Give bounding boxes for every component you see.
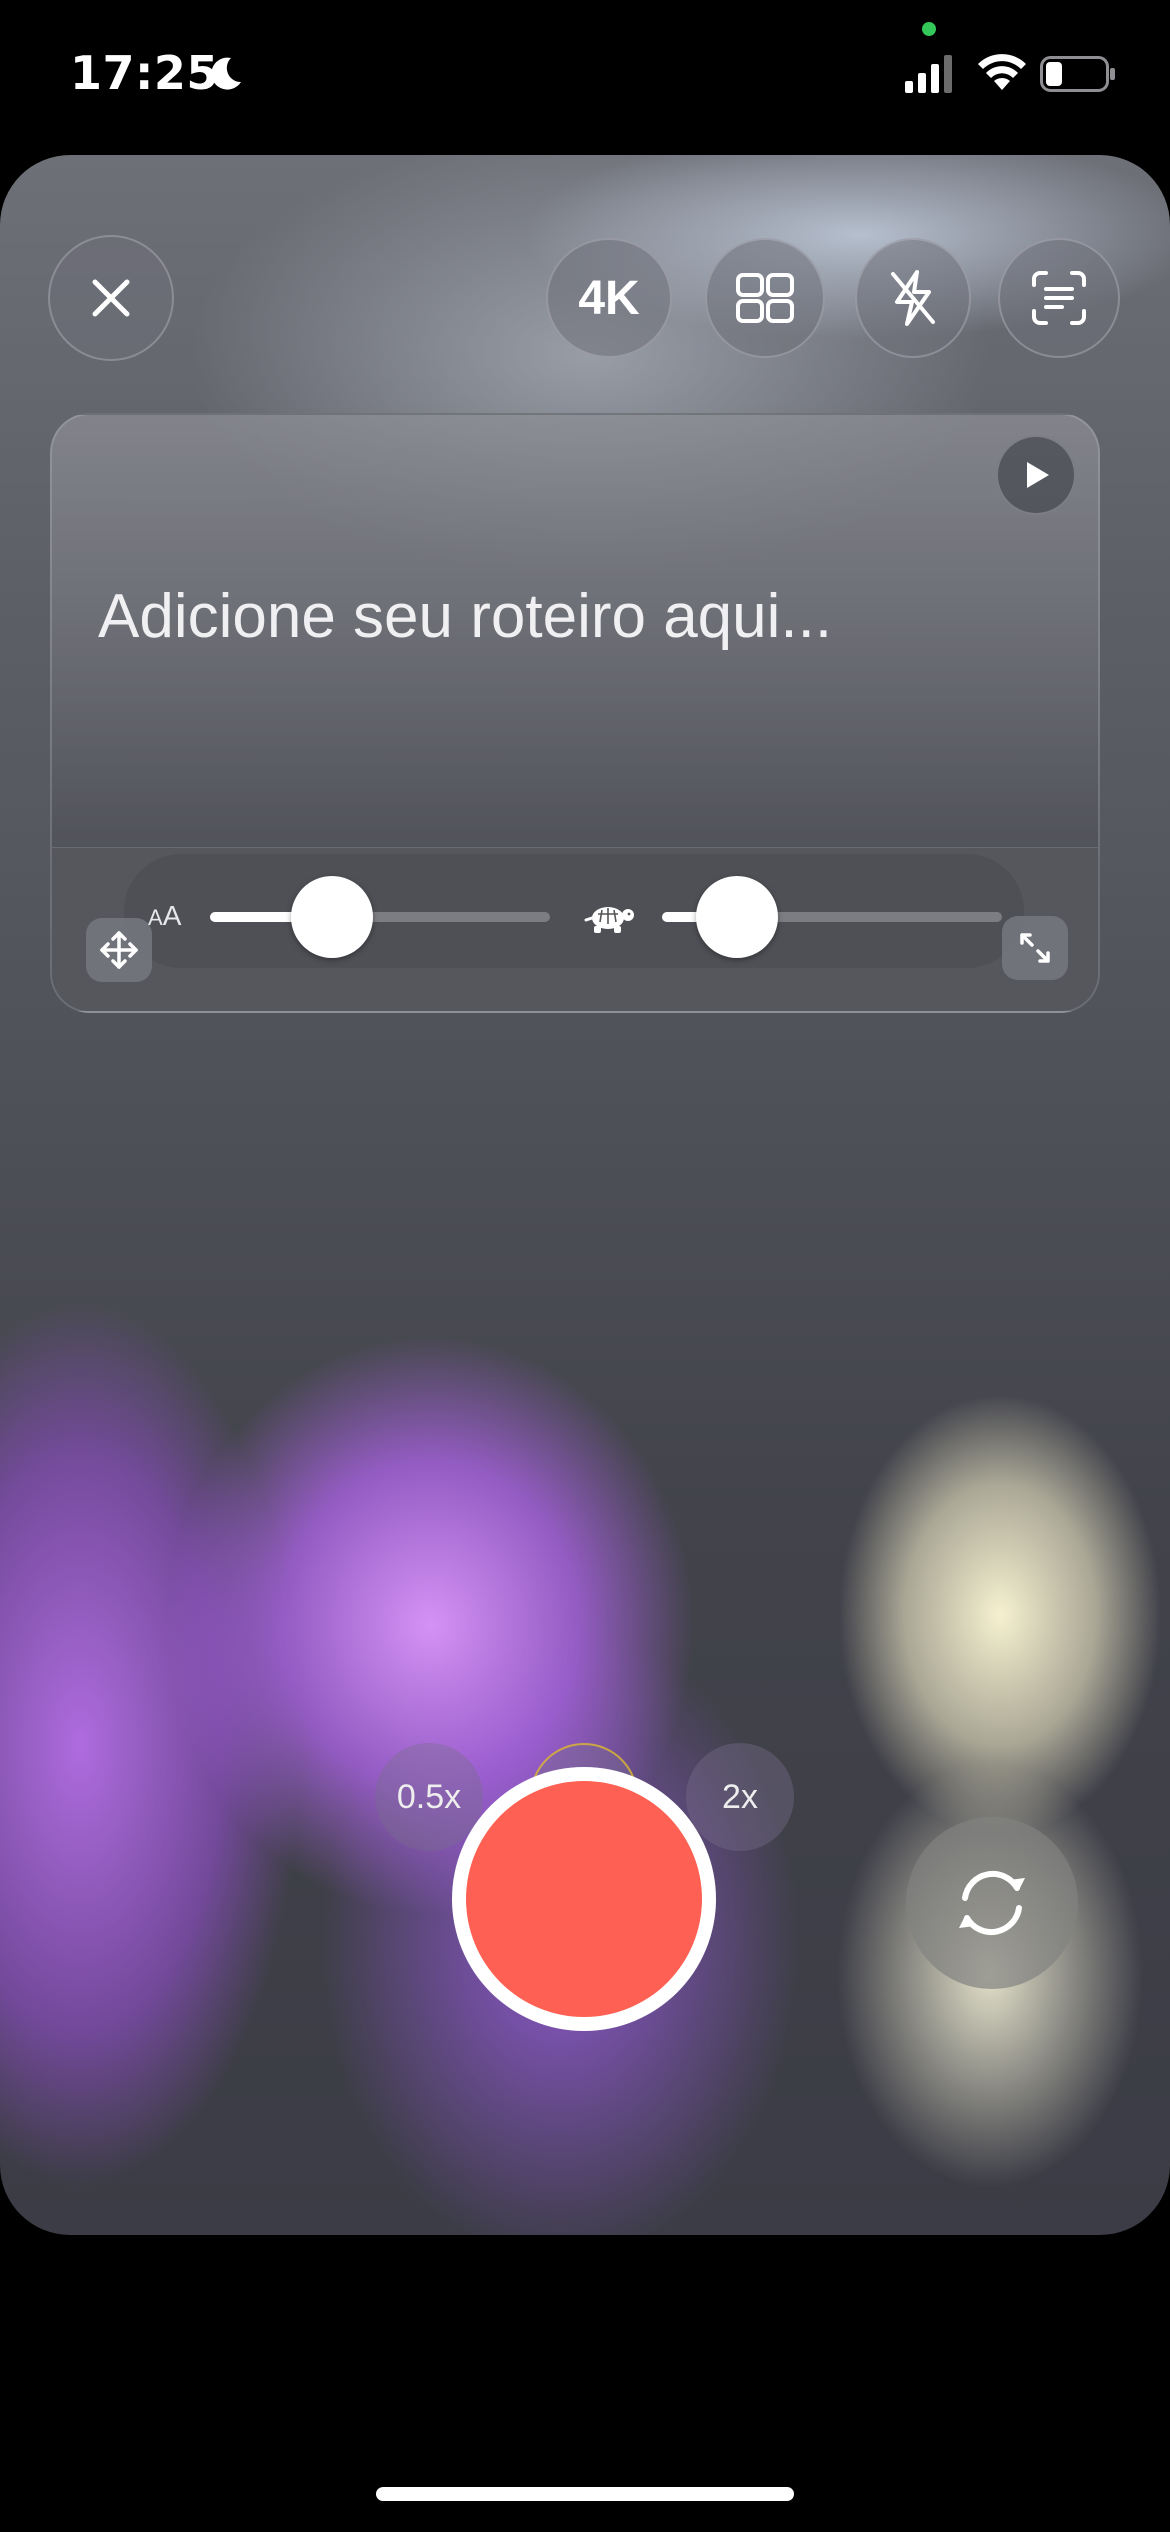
flip-camera-button[interactable]	[906, 1817, 1078, 1989]
grid-button[interactable]	[705, 238, 825, 358]
grid-icon	[736, 273, 794, 323]
battery-icon	[1040, 56, 1115, 92]
script-controls: AA	[52, 847, 1098, 1011]
record-button-inner	[466, 1781, 702, 2017]
close-icon	[92, 279, 130, 317]
zoom-label: 2x	[722, 1777, 758, 1816]
move-handle[interactable]	[86, 918, 152, 982]
home-indicator[interactable]	[376, 2487, 794, 2501]
camera-flip-icon	[959, 1870, 1025, 1936]
script-placeholder[interactable]: Adicione seu roteiro aqui...	[98, 581, 832, 652]
move-icon	[100, 931, 138, 969]
text-scan-button[interactable]	[998, 238, 1120, 358]
status-time: 17:25	[70, 46, 219, 100]
flash-button[interactable]	[855, 238, 971, 358]
moon-icon	[211, 57, 241, 90]
signal-icon	[905, 55, 952, 93]
privacy-indicator	[922, 22, 936, 36]
status-bar: 17:25	[0, 0, 1170, 150]
resolution-button[interactable]: 4K	[546, 238, 672, 358]
expand-button[interactable]	[1002, 916, 1068, 980]
turtle-icon	[584, 907, 634, 933]
wifi-icon	[978, 54, 1026, 90]
text-scan-icon	[1032, 271, 1086, 325]
scroll-speed-slider-thumb[interactable]	[695, 876, 778, 958]
zoom-option-0.5x[interactable]: 0.5x	[375, 1743, 483, 1851]
record-button[interactable]	[452, 1767, 716, 2031]
font-size-slider-thumb[interactable]	[291, 876, 374, 958]
flash-off-icon	[891, 270, 935, 326]
controls-pill	[124, 854, 1024, 968]
play-icon	[1027, 462, 1049, 488]
play-button[interactable]	[996, 435, 1076, 515]
expand-icon	[1020, 933, 1050, 963]
font-size-label: AA	[148, 900, 182, 931]
script-panel[interactable]: Adicione seu roteiro aqui... AA	[50, 413, 1100, 1013]
zoom-label: 0.5x	[396, 1777, 462, 1816]
camera-preview[interactable]: 4K Adicione seu roteiro aqui... AA 0.5x …	[0, 155, 1170, 2235]
zoom-option-2x[interactable]: 2x	[686, 1743, 794, 1851]
close-button[interactable]	[48, 235, 174, 361]
resolution-label: 4K	[578, 271, 640, 325]
